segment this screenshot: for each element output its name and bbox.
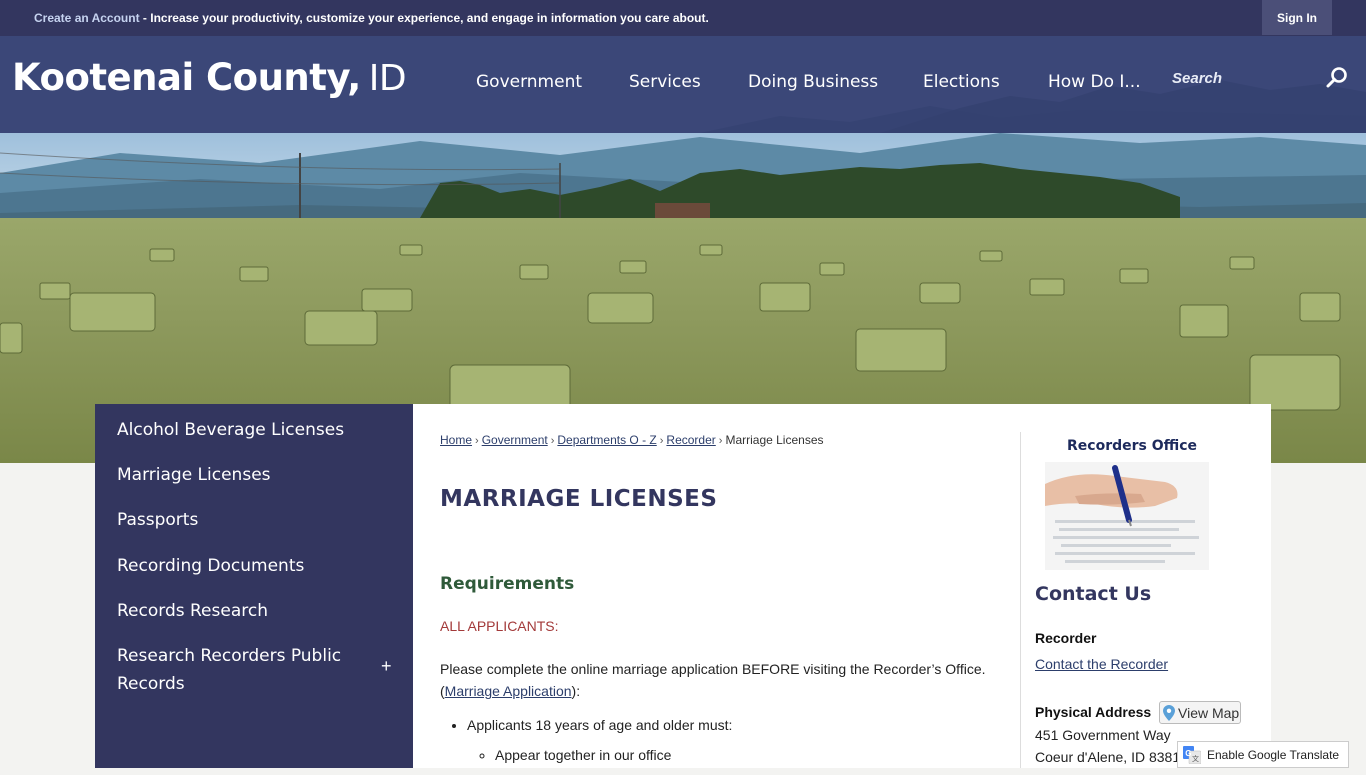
- translate-label: Enable Google Translate: [1207, 747, 1340, 762]
- breadcrumb-recorder[interactable]: Recorder: [666, 433, 715, 447]
- sidebar-nav: Alcohol Beverage Licenses Marriage Licen…: [95, 404, 413, 768]
- paren-close: ):: [571, 683, 581, 699]
- search-icon[interactable]: [1325, 66, 1349, 90]
- expand-submenu-button[interactable]: +: [381, 656, 392, 677]
- list-item-text: Applicants 18 years of age and older mus…: [467, 717, 733, 733]
- nav-doing-business[interactable]: Doing Business: [748, 72, 878, 92]
- sidebar-item-records-research[interactable]: Records Research: [117, 597, 367, 625]
- requirements-sublist: Appear together in our office: [467, 747, 732, 763]
- list-item: Appear together in our office: [495, 747, 732, 763]
- sidebar-item-alcohol-licenses[interactable]: Alcohol Beverage Licenses: [117, 416, 367, 444]
- logo-main-text: Kootenai County,: [12, 56, 361, 99]
- google-translate-button[interactable]: G 文 Enable Google Translate: [1177, 741, 1349, 768]
- instructions-paragraph: Please complete the online marriage appl…: [440, 658, 1000, 702]
- all-applicants-label: ALL APPLICANTS:: [440, 618, 559, 634]
- logo-state-text: ID: [368, 58, 407, 99]
- breadcrumb-home[interactable]: Home: [440, 433, 472, 447]
- main-content: Home › Government › Departments O - Z › Record…: [413, 404, 1271, 768]
- sidebar-item-marriage-licenses[interactable]: Marriage Licenses: [117, 461, 367, 489]
- nav-services[interactable]: Services: [629, 72, 701, 92]
- breadcrumb-separator: ›: [659, 435, 664, 447]
- nav-how-do-i[interactable]: How Do I...: [1048, 72, 1141, 92]
- physical-address-label: Physical Address: [1035, 704, 1152, 720]
- column-divider: [1020, 432, 1021, 768]
- site-header: Kootenai County, ID Government Services D…: [0, 36, 1366, 133]
- sidebar-item-passports[interactable]: Passports: [117, 506, 367, 534]
- sign-in-button[interactable]: Sign In: [1262, 0, 1332, 35]
- account-message-text: - Increase your productivity, customize …: [139, 11, 709, 25]
- breadcrumb-separator: ›: [475, 435, 479, 447]
- google-translate-icon: G 文: [1183, 745, 1201, 764]
- top-bar: Create an Account - Increase your produc…: [0, 0, 1366, 36]
- view-map-button[interactable]: View Map: [1159, 701, 1241, 724]
- site-logo[interactable]: Kootenai County, ID: [12, 56, 407, 99]
- address-line-2: Coeur d'Alene, ID 83814: [1035, 749, 1188, 765]
- breadcrumb: Home › Government › Departments O - Z › Record…: [440, 433, 824, 447]
- view-map-label: View Map: [1178, 704, 1240, 721]
- sidebar-item-recording-documents[interactable]: Recording Documents: [117, 552, 367, 580]
- svg-text:G: G: [1185, 749, 1191, 758]
- account-message: Create an Account - Increase your produc…: [34, 11, 709, 25]
- svg-text:文: 文: [1192, 754, 1199, 763]
- map-pin-icon: [1163, 704, 1175, 721]
- contact-recorder-link[interactable]: Contact the Recorder: [1035, 656, 1168, 672]
- breadcrumb-separator: ›: [550, 435, 555, 447]
- breadcrumb-current: Marriage Licenses: [725, 433, 824, 447]
- recorders-office-caption: Recorders Office: [1067, 438, 1198, 454]
- department-label: Recorder: [1035, 630, 1097, 646]
- breadcrumb-departments[interactable]: Departments O - Z: [557, 433, 656, 447]
- section-title-requirements: Requirements: [440, 574, 575, 594]
- sidebar-item-research-public-records[interactable]: Research Recorders Public Records: [117, 642, 367, 698]
- list-item: Applicants 18 years of age and older mus…: [467, 717, 732, 763]
- search-input[interactable]: [1170, 64, 1324, 92]
- recorders-office-image[interactable]: [1045, 462, 1209, 570]
- nav-government[interactable]: Government: [476, 72, 582, 92]
- create-account-link[interactable]: Create an Account: [34, 11, 140, 25]
- address-line-1: 451 Government Way: [1035, 727, 1171, 743]
- instructions-text: Please complete the online marriage appl…: [440, 661, 986, 677]
- breadcrumb-government[interactable]: Government: [482, 433, 548, 447]
- marriage-application-link[interactable]: Marriage Application: [445, 683, 572, 699]
- page-title: MARRIAGE LICENSES: [440, 486, 718, 512]
- requirements-list: Applicants 18 years of age and older mus…: [440, 717, 732, 775]
- contact-us-title: Contact Us: [1035, 583, 1152, 605]
- breadcrumb-separator: ›: [718, 435, 723, 447]
- nav-elections[interactable]: Elections: [923, 72, 1000, 92]
